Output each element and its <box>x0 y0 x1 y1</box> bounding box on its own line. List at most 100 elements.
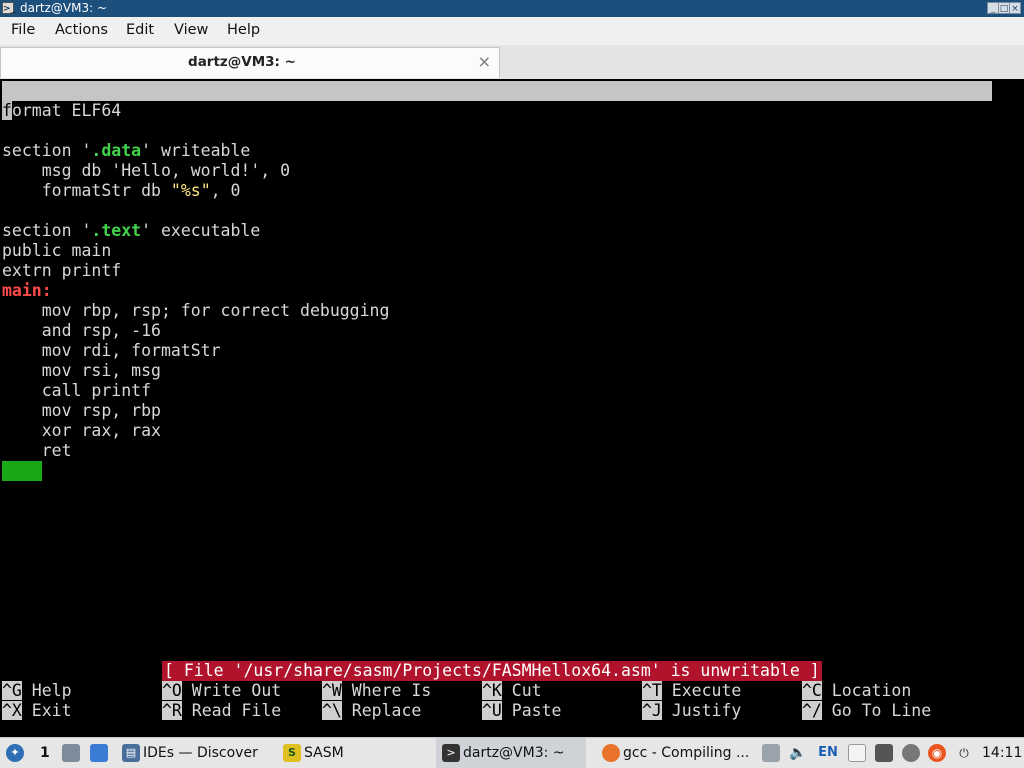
shortcut-label: Location <box>821 681 912 700</box>
shortcut-key: ^X <box>2 701 22 720</box>
nano-filepath: /usr/share/sasm/Projects/FASMHellox64.as… <box>314 121 722 140</box>
desktop-switcher[interactable]: 1 <box>40 738 50 768</box>
window-title-bar[interactable]: >_ dartz@VM3: ~ _ □ × <box>0 0 1024 17</box>
code-line-1: format ELF64 <box>2 101 121 121</box>
shortcut-label: Go To Line <box>821 701 932 720</box>
code-line-8: public main <box>2 241 112 260</box>
notes-icon[interactable] <box>848 744 866 762</box>
code-label-main: main: <box>2 281 52 300</box>
shortcut-label: Paste <box>501 701 562 720</box>
shortcut-paste[interactable]: ^U Paste <box>482 701 561 721</box>
text-cursor: f <box>2 101 12 120</box>
task-discover[interactable]: ▤ IDEs — Discover <box>122 738 258 768</box>
code-line-15: call printf <box>2 381 152 400</box>
shortcut-key: ^R <box>162 701 182 720</box>
volume-icon[interactable]: 🔈 <box>789 744 807 762</box>
code-text: section ' <box>2 141 92 160</box>
code-line-4: msg db 'Hello, world!', 0 <box>2 161 291 180</box>
shortcut-label: Exit <box>21 701 72 720</box>
tab-label: dartz@VM3: ~ <box>188 54 296 70</box>
shortcut-replace[interactable]: ^\ Replace <box>322 701 421 721</box>
shortcut-label: Read File <box>181 701 282 720</box>
menu-bar: File Actions Edit View Help <box>0 17 1024 45</box>
desktop-icon <box>90 744 108 762</box>
menu-file[interactable]: File <box>11 22 35 38</box>
shortcut-label: Where Is <box>341 681 432 700</box>
task-terminal[interactable]: > dartz@VM3: ~ <box>436 738 586 768</box>
show-desktop-launcher[interactable] <box>90 738 111 768</box>
shortcut-cut[interactable]: ^K Cut <box>482 681 542 701</box>
shortcut-label: Justify <box>661 701 742 720</box>
task-sasm[interactable]: S SASM <box>283 738 344 768</box>
power-icon[interactable]: ⏻ <box>955 744 973 762</box>
start-menu-button[interactable]: ✦ <box>6 738 27 768</box>
sasm-icon: S <box>283 744 301 762</box>
code-line-5: formatStr db "%s", 0 <box>2 181 241 201</box>
shortcut-label: Replace <box>341 701 422 720</box>
section-keyword: .text <box>91 221 142 240</box>
shortcut-exit[interactable]: ^X Exit <box>2 701 72 721</box>
code-text: ' writeable <box>141 141 251 160</box>
shortcut-location[interactable]: ^C Location <box>802 681 911 701</box>
ubuntu-icon[interactable]: ◉ <box>928 744 946 762</box>
terminal-icon: > <box>442 744 460 762</box>
section-keyword: .data <box>91 141 142 160</box>
task-label: dartz@VM3: ~ <box>463 745 565 761</box>
file-manager-launcher[interactable] <box>62 738 83 768</box>
code-text: ormat ELF64 <box>11 101 122 120</box>
shortcut-key: ^O <box>162 681 182 700</box>
nano-header: GNU nano 6.2 /usr/share/sasm/Projects/FA… <box>2 81 992 140</box>
close-icon[interactable]: × <box>1009 2 1021 14</box>
update-icon[interactable] <box>902 744 920 762</box>
code-line-9: extrn printf <box>2 261 122 280</box>
shortcut-key: ^K <box>482 681 502 700</box>
code-line-3: section '.data' writeable <box>2 141 250 161</box>
code-text: , 0 <box>210 181 241 200</box>
task-label: gcc - Compiling ... <box>623 745 750 761</box>
shortcut-key: ^J <box>642 701 662 720</box>
shortcut-go-to-line[interactable]: ^/ Go To Line <box>802 701 931 721</box>
shortcut-label: Execute <box>661 681 742 700</box>
window-title: dartz@VM3: ~ <box>20 1 108 15</box>
shortcut-justify[interactable]: ^J Justify <box>642 701 741 721</box>
task-label: SASM <box>304 745 344 761</box>
code-line-13: mov rdi, formatStr <box>2 341 221 360</box>
shortcut-write-out[interactable]: ^O Write Out <box>162 681 281 701</box>
keyboard-layout[interactable]: EN <box>815 744 841 762</box>
menu-help[interactable]: Help <box>227 22 260 38</box>
shortcut-key: ^G <box>2 681 22 700</box>
shortcut-key: ^/ <box>802 701 822 720</box>
shortcut-label: Help <box>21 681 72 700</box>
code-line-18: ret <box>2 441 72 460</box>
shortcut-label: Cut <box>501 681 542 700</box>
code-line-14: mov rsi, msg <box>2 361 161 380</box>
code-line-7: section '.text' executable <box>2 221 260 241</box>
menu-actions[interactable]: Actions <box>55 22 108 38</box>
start-menu-icon: ✦ <box>6 744 24 762</box>
status-message: [ File '/usr/share/sasm/Projects/FASMHel… <box>162 661 822 681</box>
code-line-16: mov rsp, rbp <box>2 401 161 420</box>
menu-edit[interactable]: Edit <box>126 22 154 38</box>
clock[interactable]: 14:11 <box>982 738 1022 768</box>
shortcut-execute[interactable]: ^T Execute <box>642 681 741 701</box>
code-line-11: mov rbp, rsp; for correct debugging <box>2 301 390 320</box>
shortcut-key: ^\ <box>322 701 342 720</box>
tab-bar: dartz@VM3: ~ × <box>0 45 1024 79</box>
terminal-area[interactable]: GNU nano 6.2 /usr/share/sasm/Projects/FA… <box>0 79 1024 737</box>
string-literal: "%s" <box>170 181 211 200</box>
terminal-icon: >_ <box>2 2 16 14</box>
tab-close-icon[interactable]: × <box>478 52 491 71</box>
clipboard-icon[interactable] <box>762 744 780 762</box>
code-line-17: xor rax, rax <box>2 421 161 440</box>
network-icon[interactable] <box>875 744 893 762</box>
shortcut-read-file[interactable]: ^R Read File <box>162 701 281 721</box>
taskbar: ✦ 1 ▤ IDEs — Discover S SASM > dartz@VM3: ~… <box>0 737 1024 768</box>
task-firefox[interactable]: gcc - Compiling ... <box>602 738 752 768</box>
shortcut-key: ^W <box>322 681 342 700</box>
terminal-tab[interactable]: dartz@VM3: ~ × <box>0 47 500 78</box>
shortcut-where-is[interactable]: ^W Where Is <box>322 681 431 701</box>
shortcut-help[interactable]: ^G Help <box>2 681 72 701</box>
menu-view[interactable]: View <box>174 22 208 38</box>
shortcut-key: ^T <box>642 681 662 700</box>
code-text: formatStr db <box>2 181 171 200</box>
